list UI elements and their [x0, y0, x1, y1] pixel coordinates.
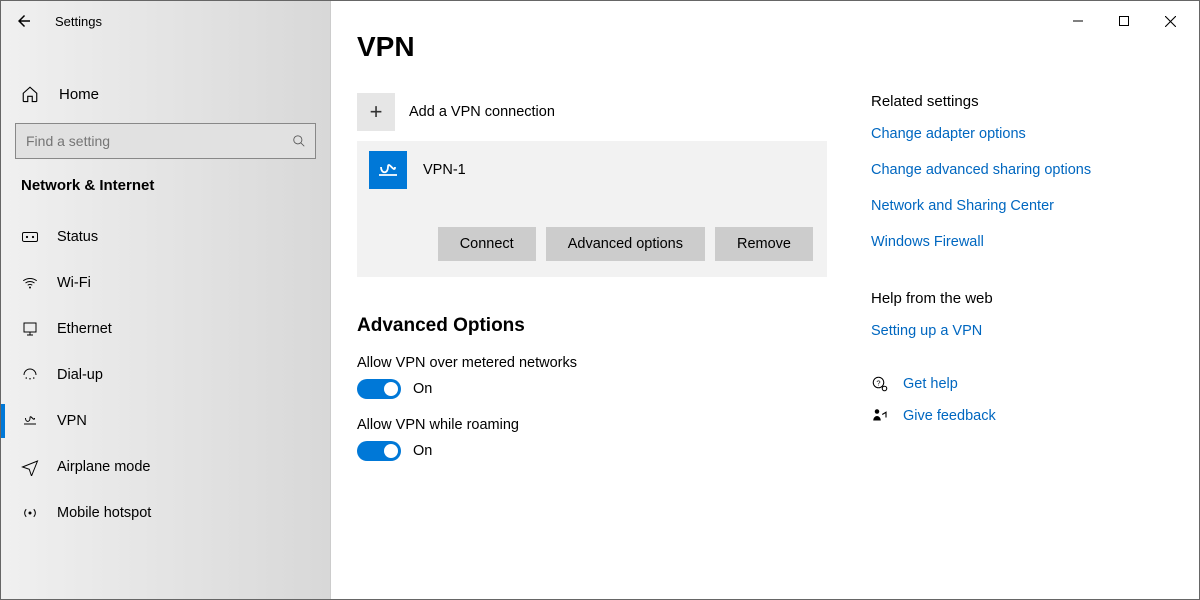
feedback-icon	[871, 407, 889, 425]
window-controls	[1055, 5, 1193, 37]
sidebar-item-ethernet[interactable]: Ethernet	[1, 306, 330, 352]
sidebar: Settings Home Network & Internet Status …	[1, 1, 331, 599]
advanced-options-button[interactable]: Advanced options	[546, 227, 705, 261]
vpn-connection-icon	[369, 151, 407, 189]
sidebar-nav: Status Wi-Fi Ethernet Dial-up VPN Airpla…	[1, 214, 330, 536]
link-network-center[interactable]: Network and Sharing Center	[871, 198, 1179, 214]
connect-button[interactable]: Connect	[438, 227, 536, 261]
sidebar-item-airplane[interactable]: Airplane mode	[1, 444, 330, 490]
vpn-actions: Connect Advanced options Remove	[357, 199, 827, 261]
related-settings-title: Related settings	[871, 93, 1179, 110]
remove-button[interactable]: Remove	[715, 227, 813, 261]
svg-text:?: ?	[876, 379, 880, 388]
add-vpn-connection[interactable]: + Add a VPN connection	[357, 93, 871, 131]
sidebar-item-label: Status	[57, 229, 98, 245]
toggle-roaming-switch[interactable]	[357, 441, 401, 461]
toggle-roaming-label: Allow VPN while roaming	[357, 417, 871, 433]
airplane-icon	[21, 458, 39, 476]
toggle-roaming: Allow VPN while roaming On	[357, 417, 871, 461]
back-arrow-icon[interactable]	[15, 12, 33, 30]
get-help-icon: ?	[871, 375, 889, 393]
hotspot-icon	[21, 504, 39, 522]
toggle-metered: Allow VPN over metered networks On	[357, 355, 871, 399]
status-icon	[21, 228, 39, 246]
toggle-metered-state: On	[413, 381, 432, 397]
page-title: VPN	[357, 31, 871, 63]
link-adapter-options[interactable]: Change adapter options	[871, 126, 1179, 142]
right-pane: Related settings Change adapter options …	[871, 1, 1199, 599]
give-feedback-link[interactable]: Give feedback	[903, 408, 996, 424]
sidebar-item-wifi[interactable]: Wi-Fi	[1, 260, 330, 306]
sidebar-item-label: Airplane mode	[57, 459, 151, 475]
toggle-metered-switch[interactable]	[357, 379, 401, 399]
vpn-icon	[21, 412, 39, 430]
plus-icon: +	[357, 93, 395, 131]
sidebar-item-dialup[interactable]: Dial-up	[1, 352, 330, 398]
link-sharing-options[interactable]: Change advanced sharing options	[871, 162, 1179, 178]
sidebar-item-hotspot[interactable]: Mobile hotspot	[1, 490, 330, 536]
sidebar-item-label: Ethernet	[57, 321, 112, 337]
sidebar-item-vpn[interactable]: VPN	[1, 398, 330, 444]
sidebar-header: Settings	[1, 1, 330, 41]
vpn-connection-name: VPN-1	[423, 162, 466, 178]
home-icon	[21, 85, 39, 103]
content: VPN + Add a VPN connection VPN-1 Connect…	[331, 1, 871, 599]
add-vpn-label: Add a VPN connection	[409, 104, 555, 120]
vpn-connection-card[interactable]: VPN-1 Connect Advanced options Remove	[357, 141, 827, 277]
toggle-metered-label: Allow VPN over metered networks	[357, 355, 871, 371]
give-feedback-row[interactable]: Give feedback	[871, 407, 1179, 425]
wifi-icon	[21, 274, 39, 292]
close-button[interactable]	[1147, 5, 1193, 37]
dialup-icon	[21, 366, 39, 384]
sidebar-item-label: Wi-Fi	[57, 275, 91, 291]
sidebar-item-label: Mobile hotspot	[57, 505, 151, 521]
get-help-link[interactable]: Get help	[903, 376, 958, 392]
help-from-web-title: Help from the web	[871, 290, 1179, 307]
advanced-options-title: Advanced Options	[357, 315, 871, 337]
sidebar-section-title: Network & Internet	[1, 177, 330, 214]
search-wrap	[15, 123, 316, 159]
link-setting-up-vpn[interactable]: Setting up a VPN	[871, 323, 1179, 339]
ethernet-icon	[21, 320, 39, 338]
toggle-roaming-state: On	[413, 443, 432, 459]
maximize-button[interactable]	[1101, 5, 1147, 37]
app-title: Settings	[55, 14, 102, 29]
sidebar-item-label: VPN	[57, 413, 87, 429]
sidebar-home[interactable]: Home	[1, 71, 330, 117]
minimize-button[interactable]	[1055, 5, 1101, 37]
link-windows-firewall[interactable]: Windows Firewall	[871, 234, 1179, 250]
main: VPN + Add a VPN connection VPN-1 Connect…	[331, 1, 1199, 599]
sidebar-home-label: Home	[59, 86, 99, 103]
get-help-row[interactable]: ? Get help	[871, 375, 1179, 393]
vpn-connection-header: VPN-1	[357, 141, 827, 199]
search-icon	[292, 134, 306, 148]
sidebar-item-label: Dial-up	[57, 367, 103, 383]
search-input[interactable]	[15, 123, 316, 159]
sidebar-item-status[interactable]: Status	[1, 214, 330, 260]
